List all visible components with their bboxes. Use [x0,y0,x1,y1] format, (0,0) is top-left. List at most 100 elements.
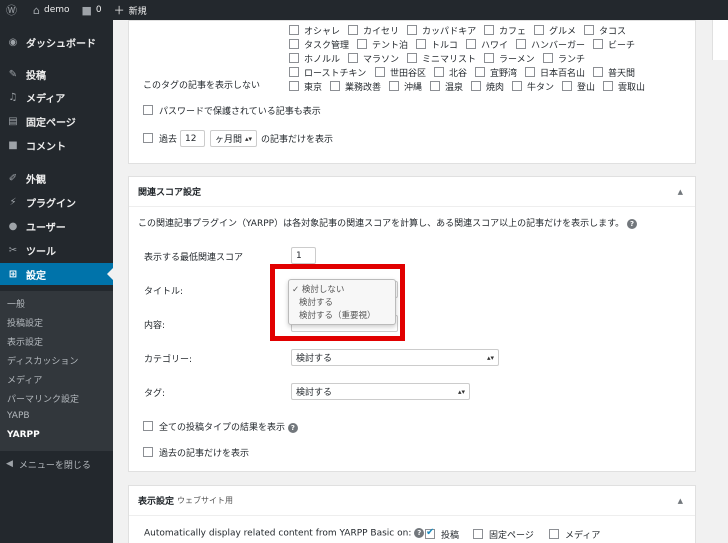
collapse-menu-button[interactable]: ◀ メニューを閉じる [0,453,113,475]
past-prefix: 過去 [159,135,178,145]
menu-media[interactable]: ♫ メディア [0,86,113,108]
submenu-yarpp[interactable]: YARPP [7,430,40,440]
pin-icon: ✎ [8,68,18,80]
all-post-types-label: 全ての投稿タイプの結果を表示 ? [159,420,298,433]
tag-checkbox[interactable] [416,39,426,49]
tag-checkbox[interactable] [543,53,553,63]
menu-settings[interactable]: ⊞ 設定 [0,263,113,285]
all-post-types-checkbox[interactable] [143,421,153,431]
display-pages-checkbox[interactable] [473,529,483,539]
tag-checkbox[interactable] [466,39,476,49]
tag-checkbox[interactable] [525,67,535,77]
display-posts-checkbox[interactable] [425,527,435,539]
relevance-panel-header[interactable]: 関連スコア設定 ▲ [129,177,695,207]
category-select[interactable]: 検討する ▴▾ [291,349,499,366]
menu-posts[interactable]: ✎ 投稿 [0,63,113,85]
tag-checkbox[interactable] [289,67,299,77]
menu-comments[interactable]: ■ コメント [0,134,113,156]
tag-label: 焼肉 [486,83,505,93]
wp-logo-button[interactable]: Ⓦ [0,0,27,20]
tag-checkbox[interactable] [389,81,399,91]
comments-button[interactable]: ■ 0 [76,0,108,20]
menu-dashboard[interactable]: ◉ ダッシュボード [0,31,113,53]
tag-checkbox[interactable] [562,81,572,91]
submenu-writing[interactable]: 投稿設定 [7,316,43,329]
submenu-permalink[interactable]: パーマリンク設定 [7,392,79,405]
select-arrows-icon: ▴▾ [244,134,252,143]
menu-tools[interactable]: ✂ ツール [0,239,113,261]
tag-checkbox[interactable] [289,81,299,91]
tag-checkbox[interactable] [289,25,299,35]
tag-label: ローストチキン [304,69,367,79]
past-months-checkbox[interactable] [143,133,153,143]
site-name-button[interactable]: ⌂ demo [27,0,76,20]
tag-checkbox[interactable] [407,25,417,35]
tag-label: ミニマリスト [422,55,477,65]
tag-select[interactable]: 検討する ▴▾ [291,383,470,400]
submenu-discussion[interactable]: ディスカッション [7,354,78,367]
display-media-checkbox[interactable] [549,529,559,539]
tag-checkbox[interactable] [516,39,526,49]
tag-checkbox[interactable] [434,67,444,77]
tag-label: 沖縄 [404,83,423,93]
tag-checkbox[interactable] [593,67,603,77]
all-post-types-text: 全ての投稿タイプの結果を表示 [159,423,286,433]
tag-checkbox[interactable] [484,25,494,35]
tag-checkbox[interactable] [584,25,594,35]
menu-label: プラグイン [26,198,76,210]
password-protected-checkbox[interactable] [143,105,153,115]
help-icon[interactable]: ? [627,218,638,229]
help-icon[interactable]: ? [414,528,425,538]
tag-checkbox[interactable] [330,81,340,91]
menu-pages[interactable]: ▤ 固定ページ [0,110,113,132]
tag-checkbox[interactable] [289,39,299,49]
min-score-input[interactable]: 1 [291,247,316,264]
tag-label: 業務改善 [345,83,382,93]
submenu-yapb[interactable]: YAPB [7,411,30,421]
help-icon[interactable]: ? [287,422,298,433]
tag-checkbox[interactable] [430,81,440,91]
tag-checkbox[interactable] [593,39,603,49]
past-unit-select[interactable]: ヶ月間 ▴▾ [210,130,257,147]
appearance-icon: ✐ [8,172,18,184]
menu-label: 固定ページ [26,117,76,129]
tag-checkbox[interactable] [348,25,358,35]
tag-checkbox[interactable] [471,81,481,91]
tag-label: 雲取山 [618,83,646,93]
tag-checkbox[interactable] [375,67,385,77]
tag-checkbox[interactable] [475,67,485,77]
tag-label: ビーチ [608,41,636,51]
past-months-input[interactable]: 12 [180,130,205,147]
display-subtitle: ウェブサイト用 [177,496,234,505]
collapse-toggle-icon[interactable]: ▲ [678,188,683,196]
tag-checkbox[interactable] [603,81,613,91]
past-only-label: 過去の記事だけを表示 [159,449,250,459]
menu-plugins[interactable]: ⚡ プラグイン [0,191,113,213]
comment-icon: ■ [8,139,18,151]
tag-label: グルメ [549,27,577,37]
tag-checkbox[interactable] [348,53,358,63]
site-name: demo [43,5,70,15]
display-panel-header[interactable]: 表示設定 ウェブサイト用 ▲ [129,486,695,516]
plus-icon: ＋ [113,4,125,17]
tag-checkbox[interactable] [512,81,522,91]
auto-display-label: Automatically display related content fr… [144,528,425,539]
new-content-button[interactable]: ＋新規 [108,0,153,20]
collapse-toggle-icon[interactable]: ▲ [678,497,683,505]
menu-appearance[interactable]: ✐ 外観 [0,167,113,189]
tag-checkbox[interactable] [407,53,417,63]
tag-label: 世田谷区 [390,69,427,79]
tag-checkbox[interactable] [357,39,367,49]
submenu-media[interactable]: メディア [7,373,42,386]
display-title: 表示設定 [138,497,175,507]
submenu-reading[interactable]: 表示設定 [7,335,43,348]
menu-users[interactable]: ● ユーザー [0,215,113,237]
tag-checkbox[interactable] [484,53,494,63]
tag-checkbox[interactable] [534,25,544,35]
submenu-general[interactable]: 一般 [7,297,25,310]
past-only-checkbox[interactable] [143,447,153,457]
tag-checkbox[interactable] [289,53,299,63]
settings-icon: ⊞ [8,268,18,280]
highlight-box [270,264,405,341]
tag-label: ハンバーガー [531,41,586,51]
